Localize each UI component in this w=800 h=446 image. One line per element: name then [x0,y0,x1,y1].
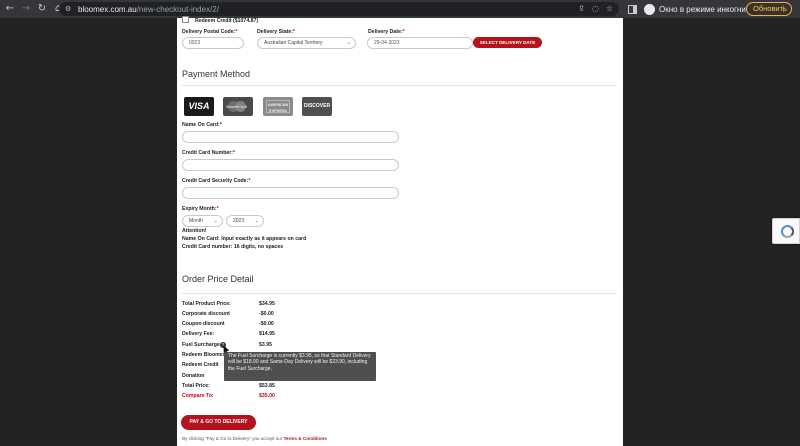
price-row-value: $3.95 [259,342,272,348]
share-icon[interactable]: ⇪ [578,4,585,13]
card-number-input[interactable] [182,159,399,171]
profile-area[interactable]: Окно в режиме инкогнито [628,2,754,16]
redeem-credit-label: Redeem Credit ($1074.87) [195,18,259,24]
forward-icon[interactable]: → [20,3,32,15]
order-price-title: Order Price Detail [182,274,254,284]
attention-line-1: Name On Card: Input exactly as it appear… [182,236,307,242]
visa-card-icon[interactable]: VISA [184,97,214,116]
amex-card-icon[interactable]: AMERICAN EXPRESS [263,97,293,116]
chevron-down-icon: ⌄ [254,218,259,224]
expiry-month-label: Expiry Month:* [182,206,219,212]
reload-icon[interactable]: ↻ [36,3,48,15]
compare-to-label: Compare To: [182,393,214,399]
price-row-label: Redeem Credit [182,362,219,368]
payment-method-title: Payment Method [182,69,251,79]
recaptcha-icon [781,225,794,238]
chevron-down-icon: ⌄ [346,40,351,46]
security-code-label: Credit Card Security Code:* [182,178,251,184]
price-row-value: $34.95 [259,301,275,307]
browser-toolbar: ← → ↻ ⌂ ⚙ bloomex.com.au/new-checkout-in… [0,0,800,18]
delivery-state-label: Delivery State:* [257,29,296,35]
name-on-card-label: Name On Card:* [182,122,222,128]
checkout-form: Redeem Credit ($1074.87) Delivery Postal… [177,16,623,446]
compare-to-value: $35.00 [259,393,275,399]
bookmark-star-icon[interactable]: ☆ [606,4,613,13]
price-row-value: $53.85 [259,383,275,389]
menu-dots-icon[interactable]: ⋮ [780,3,788,15]
price-row-value: -$0.00 [259,311,274,317]
card-number-label: Credit Card Number:* [182,150,236,156]
expiry-month-value: Month [189,218,203,224]
price-row-label: Fuel Surcharge [182,342,220,348]
url-domain: bloomex.com.au [78,4,137,14]
amex-text: AMERICAN EXPRESS [266,100,290,113]
attention-line-2: Credit Card number: 16 digits, no spaces [182,244,284,250]
url-text: bloomex.com.au/new-checkout-index/2/ [78,5,219,14]
price-row-label: Redeem Bloomex [182,352,226,358]
attention-title: Attention! [182,228,207,234]
chevron-down-icon: ⌄ [213,218,218,224]
price-row-label: Total Price: [182,383,210,389]
terms-prefix: By clicking "Pay & Go to Delivery" you a… [182,436,283,441]
side-panel-icon[interactable] [628,4,637,14]
back-icon[interactable]: ← [4,3,16,15]
recaptcha-badge[interactable] [772,218,800,244]
postal-code-label: Delivery Postal Code:* [182,29,238,35]
mastercard-icon[interactable]: MasterCard [223,97,253,116]
site-info-icon[interactable]: ⚙ [65,5,75,13]
section-divider [182,293,617,294]
incognito-label: Окно в режиме инкогнито [659,4,754,14]
delivery-date-label: Delivery Date:* [368,29,405,35]
price-row-label: Corporate discount [182,311,230,317]
terms-note: By clicking "Pay & Go to Delivery" you a… [182,436,327,441]
security-code-input[interactable] [182,187,399,199]
postal-code-input[interactable]: 0023 [182,37,244,49]
eye-off-icon[interactable]: ◌ [592,4,599,13]
redeem-credit-checkbox[interactable] [182,16,189,23]
price-row-value: $14.95 [259,331,275,337]
delivery-state-value: Australian Capital Territory [264,40,323,46]
update-button[interactable]: Обновить ⋮ [746,2,792,16]
price-row-value: -$0.00 [259,321,274,327]
price-row-label: Donation [182,373,205,379]
expiry-year-select[interactable]: 2023 ⌄ [226,215,264,227]
delivery-date-input[interactable]: 29-04-2023 [367,37,473,49]
expiry-month-select[interactable]: Month ⌄ [182,215,223,227]
section-divider [182,85,617,86]
price-row-label: Delivery Fee: [182,331,215,337]
url-path: /new-checkout-index/2/ [136,4,219,14]
fuel-surcharge-tooltip: The Fuel Surcharge is currently $3.95, s… [224,352,376,381]
terms-link[interactable]: Terms & Conditions [284,436,327,441]
select-delivery-date-button[interactable]: SELECT DELIVERY DATE [473,37,542,48]
price-row-label: Total Product Price: [182,301,231,307]
page-background: Redeem Credit ($1074.87) Delivery Postal… [0,16,800,446]
price-row-label: Coupon discount [182,321,225,327]
address-bar[interactable]: ⚙ bloomex.com.au/new-checkout-index/2/ ⇪… [59,2,619,16]
expiry-year-value: 2023 [233,218,245,224]
mastercard-text: MasterCard [226,104,247,109]
discover-card-icon[interactable]: DISCOVER [302,97,332,116]
pay-go-to-delivery-button[interactable]: PAY & GO TO DELIVERY [181,415,256,430]
name-on-card-input[interactable] [182,131,399,143]
incognito-icon [644,3,655,15]
delivery-state-select[interactable]: Australian Capital Territory ⌄ [257,37,356,49]
